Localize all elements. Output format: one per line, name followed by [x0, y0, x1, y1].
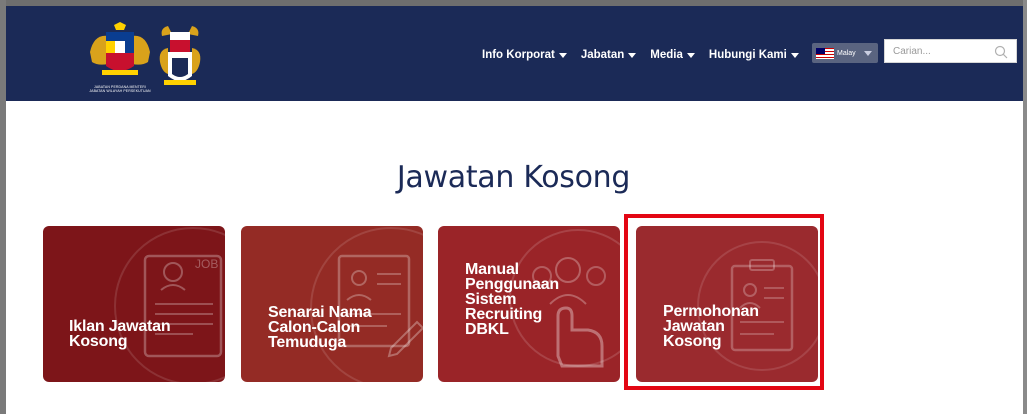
- highlight-box: [624, 214, 824, 390]
- card-senarai-nama-calon[interactable]: Senarai Nama Calon-Calon Temuduga: [241, 226, 423, 382]
- job-resume-icon: JOB: [114, 227, 225, 382]
- site-header: JABATAN PERDANA MENTERI JABATAN WILAYAH …: [6, 6, 1023, 101]
- nav-label: Jabatan: [580, 49, 625, 61]
- nav-label: Info Korporat: [482, 49, 555, 61]
- caret-down-icon: [558, 52, 567, 58]
- card-label: Manual Penggunaan Sistem Recruiting DBKL: [465, 261, 560, 338]
- logo-caption: JABATAN PERDANA MENTERI JABATAN WILAYAH …: [89, 85, 151, 93]
- nav-media[interactable]: Media: [650, 49, 695, 61]
- search-box: [884, 39, 1017, 63]
- malaysia-flag-icon: [816, 47, 834, 59]
- window-frame-right: [1023, 0, 1027, 414]
- federal-territory-crest-logo[interactable]: [80, 22, 160, 92]
- nav-label: Hubungi Kami: [708, 49, 787, 61]
- card-manual-penggunaan[interactable]: Manual Penggunaan Sistem Recruiting DBKL: [438, 226, 620, 382]
- nav-label: Media: [650, 49, 683, 61]
- caret-down-icon: [790, 52, 799, 58]
- nav-jabatan[interactable]: Jabatan: [580, 49, 637, 61]
- nav-hubungi-kami[interactable]: Hubungi Kami: [709, 49, 799, 61]
- caret-down-icon: [628, 52, 637, 58]
- language-select[interactable]: Malay: [812, 43, 878, 63]
- search-icon[interactable]: [994, 45, 1008, 59]
- page-title: Jawatan Kosong: [396, 160, 631, 195]
- main-navigation: Info Korporat Jabatan Media Hubungi Kami: [482, 49, 799, 61]
- search-input[interactable]: [885, 40, 995, 62]
- card-iklan-jawatan-kosong[interactable]: JOB Iklan Jawatan Kosong: [43, 226, 225, 382]
- nav-info-korporat[interactable]: Info Korporat: [482, 49, 567, 61]
- caret-down-icon: [686, 52, 695, 58]
- card-label: Iklan Jawatan Kosong: [69, 318, 171, 350]
- language-label: Malay: [837, 49, 856, 57]
- caret-down-icon: [863, 50, 872, 56]
- svg-text:JOB: JOB: [195, 257, 218, 271]
- dbkl-crest-logo[interactable]: [154, 22, 206, 88]
- card-label: Senarai Nama Calon-Calon Temuduga: [268, 304, 372, 351]
